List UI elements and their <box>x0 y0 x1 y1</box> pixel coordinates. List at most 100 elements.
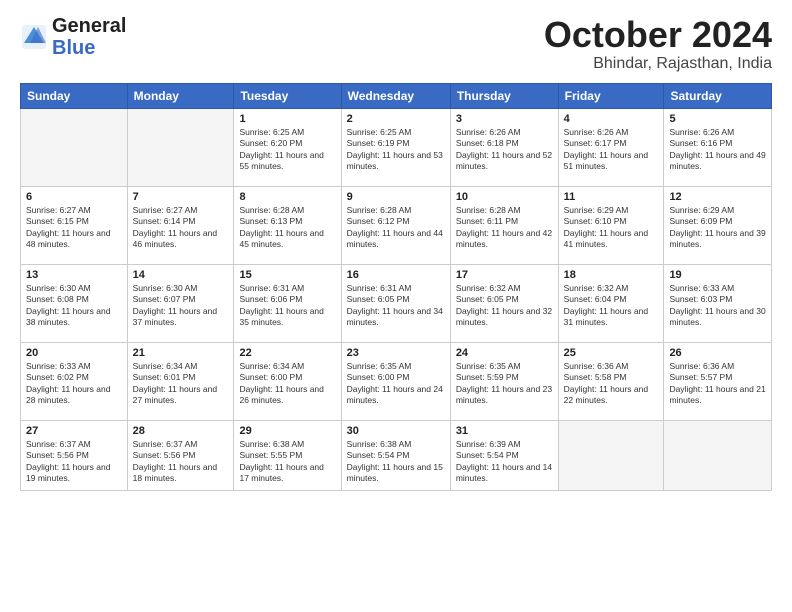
calendar-cell: 7 Sunrise: 6:27 AM Sunset: 6:14 PM Daylig… <box>127 186 234 264</box>
day-info: Sunrise: 6:33 AM Sunset: 6:02 PM Dayligh… <box>26 361 122 407</box>
calendar-cell: 14Sunrise: 6:30 AM Sunset: 6:07 PM Dayli… <box>127 264 234 342</box>
logo-icon <box>20 23 48 51</box>
day-info: Sunrise: 6:29 AM Sunset: 6:10 PM Dayligh… <box>564 205 659 251</box>
day-number: 10 <box>456 191 553 203</box>
day-number: 25 <box>564 347 659 359</box>
day-number: 19 <box>669 269 766 281</box>
day-info: Sunrise: 6:39 AM Sunset: 5:54 PM Dayligh… <box>456 439 553 485</box>
calendar-cell: 17 Sunrise: 6:32 AM Sunset: 6:05 PM Dayli… <box>450 264 558 342</box>
calendar-cell: 5 Sunrise: 6:26 AM Sunset: 6:16 PM Daylig… <box>664 108 772 186</box>
day-info: Sunrise: 6:26 AM Sunset: 6:18 PM Dayligh… <box>456 127 553 173</box>
calendar-cell: 19Sunrise: 6:33 AM Sunset: 6:03 PM Dayli… <box>664 264 772 342</box>
column-header-friday: Friday <box>558 83 664 108</box>
day-number: 21 <box>133 347 229 359</box>
day-info: Sunrise: 6:27 AM Sunset: 6:14 PM Dayligh… <box>133 205 229 251</box>
day-number: 9 <box>347 191 445 203</box>
location: Bhindar, Rajasthan, India <box>544 55 772 73</box>
month-title: October 2024 <box>544 15 772 55</box>
day-number: 24 <box>456 347 553 359</box>
day-number: 11 <box>564 191 659 203</box>
day-number: 30 <box>347 425 445 437</box>
calendar-cell <box>21 108 128 186</box>
day-number: 15 <box>239 269 335 281</box>
calendar-cell: 26 Sunrise: 6:36 AM Sunset: 5:57 PM Dayli… <box>664 342 772 420</box>
calendar-cell: 10 Sunrise: 6:28 AM Sunset: 6:11 PM Dayli… <box>450 186 558 264</box>
calendar-cell: 3 Sunrise: 6:26 AM Sunset: 6:18 PM Daylig… <box>450 108 558 186</box>
day-info: Sunrise: 6:31 AM Sunset: 6:06 PM Dayligh… <box>239 283 335 329</box>
calendar-cell: 23 Sunrise: 6:35 AM Sunset: 6:00 PM Dayli… <box>341 342 450 420</box>
calendar-cell: 20 Sunrise: 6:33 AM Sunset: 6:02 PM Dayli… <box>21 342 128 420</box>
day-info: Sunrise: 6:26 AM Sunset: 6:16 PM Dayligh… <box>669 127 766 173</box>
day-info: Sunrise: 6:30 AM Sunset: 6:08 PM Dayligh… <box>26 283 122 329</box>
column-header-thursday: Thursday <box>450 83 558 108</box>
day-info: Sunrise: 6:36 AM Sunset: 5:58 PM Dayligh… <box>564 361 659 407</box>
day-number: 16 <box>347 269 445 281</box>
calendar-cell: 1 Sunrise: 6:25 AM Sunset: 6:20 PM Daylig… <box>234 108 341 186</box>
day-number: 4 <box>564 113 659 125</box>
column-header-sunday: Sunday <box>21 83 128 108</box>
day-number: 7 <box>133 191 229 203</box>
day-number: 3 <box>456 113 553 125</box>
calendar-cell: 24Sunrise: 6:35 AM Sunset: 5:59 PM Dayli… <box>450 342 558 420</box>
calendar-cell: 18 Sunrise: 6:32 AM Sunset: 6:04 PM Dayli… <box>558 264 664 342</box>
day-number: 13 <box>26 269 122 281</box>
calendar-cell: 16 Sunrise: 6:31 AM Sunset: 6:05 PM Dayli… <box>341 264 450 342</box>
day-info: Sunrise: 6:35 AM Sunset: 6:00 PM Dayligh… <box>347 361 445 407</box>
day-info: Sunrise: 6:25 AM Sunset: 6:20 PM Dayligh… <box>239 127 335 173</box>
day-info: Sunrise: 6:28 AM Sunset: 6:11 PM Dayligh… <box>456 205 553 251</box>
calendar-cell: 11 Sunrise: 6:29 AM Sunset: 6:10 PM Dayli… <box>558 186 664 264</box>
calendar-week-5: 27 Sunrise: 6:37 AM Sunset: 5:56 PM Dayli… <box>21 420 772 490</box>
day-info: Sunrise: 6:36 AM Sunset: 5:57 PM Dayligh… <box>669 361 766 407</box>
calendar-cell <box>127 108 234 186</box>
day-number: 28 <box>133 425 229 437</box>
day-number: 20 <box>26 347 122 359</box>
day-number: 17 <box>456 269 553 281</box>
day-info: Sunrise: 6:34 AM Sunset: 6:00 PM Dayligh… <box>239 361 335 407</box>
calendar-cell: 29Sunrise: 6:38 AM Sunset: 5:55 PM Dayli… <box>234 420 341 490</box>
day-info: Sunrise: 6:38 AM Sunset: 5:55 PM Dayligh… <box>239 439 335 485</box>
logo-text: General Blue <box>52 15 126 59</box>
calendar-week-2: 6Sunrise: 6:27 AM Sunset: 6:15 PM Daylig… <box>21 186 772 264</box>
day-info: Sunrise: 6:28 AM Sunset: 6:12 PM Dayligh… <box>347 205 445 251</box>
day-number: 22 <box>239 347 335 359</box>
column-header-saturday: Saturday <box>664 83 772 108</box>
day-number: 12 <box>669 191 766 203</box>
calendar-cell: 15 Sunrise: 6:31 AM Sunset: 6:06 PM Dayli… <box>234 264 341 342</box>
column-header-monday: Monday <box>127 83 234 108</box>
day-info: Sunrise: 6:25 AM Sunset: 6:19 PM Dayligh… <box>347 127 445 173</box>
calendar-cell: 13 Sunrise: 6:30 AM Sunset: 6:08 PM Dayli… <box>21 264 128 342</box>
calendar-table: SundayMondayTuesdayWednesdayThursdayFrid… <box>20 83 772 491</box>
title-block: October 2024 Bhindar, Rajasthan, India <box>544 15 772 73</box>
day-number: 14 <box>133 269 229 281</box>
calendar-cell: 21Sunrise: 6:34 AM Sunset: 6:01 PM Dayli… <box>127 342 234 420</box>
logo: General Blue <box>20 15 126 59</box>
day-number: 18 <box>564 269 659 281</box>
day-info: Sunrise: 6:32 AM Sunset: 6:05 PM Dayligh… <box>456 283 553 329</box>
day-number: 26 <box>669 347 766 359</box>
day-number: 5 <box>669 113 766 125</box>
day-number: 31 <box>456 425 553 437</box>
calendar-cell: 6Sunrise: 6:27 AM Sunset: 6:15 PM Daylig… <box>21 186 128 264</box>
day-number: 27 <box>26 425 122 437</box>
calendar-cell <box>558 420 664 490</box>
day-number: 1 <box>239 113 335 125</box>
day-info: Sunrise: 6:32 AM Sunset: 6:04 PM Dayligh… <box>564 283 659 329</box>
calendar-cell: 12Sunrise: 6:29 AM Sunset: 6:09 PM Dayli… <box>664 186 772 264</box>
day-info: Sunrise: 6:38 AM Sunset: 5:54 PM Dayligh… <box>347 439 445 485</box>
calendar-cell: 9 Sunrise: 6:28 AM Sunset: 6:12 PM Daylig… <box>341 186 450 264</box>
day-info: Sunrise: 6:37 AM Sunset: 5:56 PM Dayligh… <box>26 439 122 485</box>
header: General Blue October 2024 Bhindar, Rajas… <box>20 15 772 73</box>
page: General Blue October 2024 Bhindar, Rajas… <box>0 0 792 501</box>
day-info: Sunrise: 6:26 AM Sunset: 6:17 PM Dayligh… <box>564 127 659 173</box>
day-info: Sunrise: 6:31 AM Sunset: 6:05 PM Dayligh… <box>347 283 445 329</box>
calendar-cell: 30 Sunrise: 6:38 AM Sunset: 5:54 PM Dayli… <box>341 420 450 490</box>
calendar-cell: 4 Sunrise: 6:26 AM Sunset: 6:17 PM Daylig… <box>558 108 664 186</box>
calendar-week-3: 13 Sunrise: 6:30 AM Sunset: 6:08 PM Dayli… <box>21 264 772 342</box>
column-header-tuesday: Tuesday <box>234 83 341 108</box>
calendar-cell <box>664 420 772 490</box>
day-number: 2 <box>347 113 445 125</box>
calendar-cell: 27 Sunrise: 6:37 AM Sunset: 5:56 PM Dayli… <box>21 420 128 490</box>
calendar-week-4: 20 Sunrise: 6:33 AM Sunset: 6:02 PM Dayli… <box>21 342 772 420</box>
day-number: 23 <box>347 347 445 359</box>
day-number: 8 <box>239 191 335 203</box>
